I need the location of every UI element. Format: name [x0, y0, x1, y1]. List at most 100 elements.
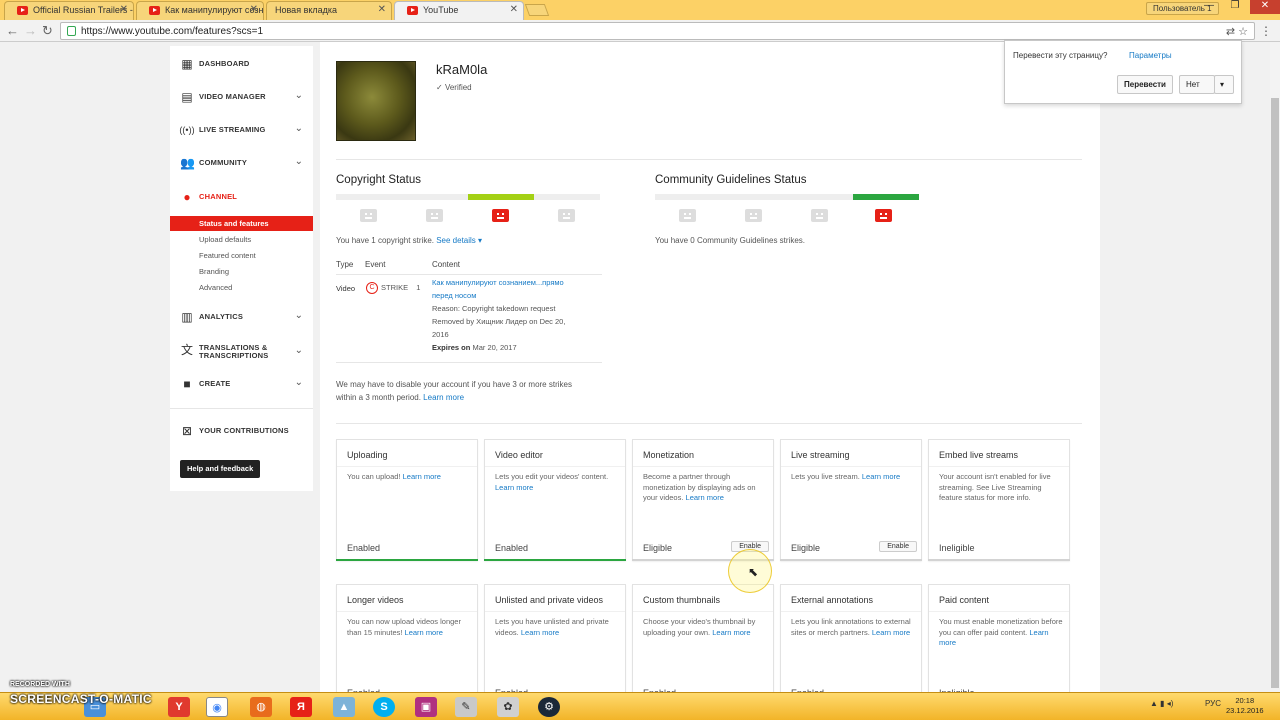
maximize-icon[interactable]: ❐: [1224, 0, 1246, 14]
community-strike-count: You have 0 Community Guidelines strikes.: [655, 236, 805, 245]
app-icon[interactable]: ▲: [333, 697, 355, 717]
table-divider: [336, 362, 602, 363]
learn-more-link[interactable]: Learn more: [686, 493, 724, 502]
language-indicator[interactable]: РУС: [1205, 699, 1221, 708]
translate-button[interactable]: Перевести: [1117, 75, 1173, 94]
media-icon[interactable]: ▣: [415, 697, 437, 717]
dropdown-caret-icon[interactable]: ▾: [1214, 75, 1234, 94]
enable-live-streaming-button[interactable]: Enable: [879, 541, 917, 552]
no-translate-button[interactable]: Нет: [1179, 75, 1215, 94]
translate-options-link[interactable]: Параметры: [1129, 51, 1172, 60]
address-bar[interactable]: https://www.youtube.com/features?scs=1 ⇄…: [60, 22, 1255, 40]
table-header-content: Content: [432, 260, 461, 269]
close-tab-icon[interactable]: ✕: [250, 4, 258, 15]
learn-more-link[interactable]: Learn more: [405, 628, 443, 637]
status-bar: [484, 559, 626, 561]
feature-status: Ineligible: [939, 543, 975, 553]
learn-more-link[interactable]: Learn more: [872, 628, 910, 637]
close-tab-icon[interactable]: ✕: [378, 4, 386, 15]
section-divider: [336, 159, 1082, 160]
strike-face-icon: [811, 209, 828, 222]
firefox-icon[interactable]: ◍: [250, 697, 272, 717]
sidebar-item-create[interactable]: ■ CREATE ⌄: [170, 374, 313, 396]
reload-icon[interactable]: ↻: [42, 23, 53, 39]
sidebar-divider: [170, 408, 313, 409]
sidebar-item-your-contributions[interactable]: ⊠ YOUR CONTRIBUTIONS: [170, 421, 313, 443]
tool-icon[interactable]: ✎: [455, 697, 477, 717]
browser-tab-bar: Official Russian Trailers - ✕ Как манипу…: [0, 0, 1280, 20]
learn-more-link[interactable]: Learn more: [423, 393, 464, 402]
close-tab-icon[interactable]: ✕: [120, 4, 128, 15]
caret-down-icon[interactable]: ▾: [476, 236, 482, 245]
creator-studio-sidebar: ▦ DASHBOARD ▤ VIDEO MANAGER ⌄ ((•)) LIVE…: [170, 46, 313, 491]
learn-more-link[interactable]: Learn more: [712, 628, 750, 637]
yandex-browser-icon[interactable]: Y: [168, 697, 190, 717]
forward-arrow-icon[interactable]: →: [24, 23, 37, 38]
feature-card-monetization: Monetization Become a partner through mo…: [632, 439, 774, 561]
sidebar-item-live-streaming[interactable]: ((•)) LIVE STREAMING ⌄: [170, 120, 313, 142]
table-divider: [336, 274, 602, 275]
feature-card-longer-videos: Longer videos You can now upload videos …: [336, 584, 478, 706]
sidebar-sub-featured-content[interactable]: Featured content: [170, 248, 313, 263]
tray-icons[interactable]: ▲ ▮ ◂): [1150, 699, 1173, 708]
browser-tab-active[interactable]: YouTube ✕: [394, 1, 524, 20]
skype-icon[interactable]: S: [373, 697, 395, 717]
mouse-cursor-icon: ⬉: [748, 565, 759, 579]
paint-icon[interactable]: ✿: [497, 697, 519, 717]
sidebar-item-dashboard[interactable]: ▦ DASHBOARD: [170, 54, 313, 76]
browser-tab[interactable]: Official Russian Trailers - ✕: [4, 1, 134, 20]
learn-more-link[interactable]: Learn more: [521, 628, 559, 637]
learn-more-link[interactable]: Learn more: [862, 472, 900, 481]
copyright-strike-count: You have 1 copyright strike. See details…: [336, 236, 483, 245]
chrome-icon[interactable]: ◉: [206, 697, 228, 717]
copyright-status-title: Copyright Status: [336, 174, 422, 186]
feature-card-video-editor: Video editor Lets you edit your videos' …: [484, 439, 626, 561]
strike-video-link[interactable]: перед носом: [432, 289, 602, 302]
table-header-type: Type: [336, 260, 354, 269]
strike-type: Video: [336, 284, 356, 293]
table-header-event: Event: [365, 260, 386, 269]
yandex-icon[interactable]: Я: [290, 697, 312, 717]
community-status-title: Community Guidelines Status: [655, 174, 807, 186]
translate-star-icons[interactable]: ⇄ ☆: [1226, 25, 1248, 38]
main-content: kRaM0la ✓ Verified Copyright Status You …: [320, 42, 1100, 706]
live-streaming-icon: ((•)): [179, 125, 195, 135]
browser-menu-icon[interactable]: ⋮: [1260, 24, 1272, 38]
sidebar-sub-status-and-features[interactable]: Status and features: [170, 216, 313, 231]
feature-status: Enabled: [347, 543, 381, 553]
browser-tab[interactable]: Новая вкладка ✕: [266, 1, 392, 20]
strike-video-link[interactable]: Как манипулируют сознанием...прямо: [432, 276, 602, 289]
page-scrollbar[interactable]: [1270, 42, 1280, 692]
tab-label: Official Russian Trailers -: [33, 5, 133, 15]
chevron-down-icon: ⌄: [294, 377, 303, 388]
verified-badge: ✓ Verified: [436, 83, 472, 92]
steam-icon[interactable]: ⚙: [538, 697, 560, 717]
window-close-icon[interactable]: ✕: [1250, 0, 1280, 14]
help-and-feedback-button[interactable]: Help and feedback: [180, 460, 261, 478]
strike-face-icon: [426, 209, 443, 222]
new-tab-button[interactable]: [524, 4, 550, 16]
sidebar-item-channel[interactable]: ● CHANNEL: [170, 187, 313, 209]
minimize-icon[interactable]: —: [1198, 0, 1220, 14]
learn-more-link[interactable]: Learn more: [403, 472, 441, 481]
close-tab-icon[interactable]: ✕: [510, 4, 518, 15]
taskbar-clock[interactable]: 20:18 23.12.2016: [1226, 696, 1264, 716]
sidebar-item-translations[interactable]: 文 TRANSLATIONS & TRANSCRIPTIONS ⌄: [170, 340, 313, 366]
back-arrow-icon[interactable]: ←: [6, 23, 19, 38]
sidebar-item-video-manager[interactable]: ▤ VIDEO MANAGER ⌄: [170, 87, 313, 109]
sidebar-item-analytics[interactable]: ▥ ANALYTICS ⌄: [170, 307, 313, 329]
strike-face-icon: [558, 209, 575, 222]
sidebar-item-community[interactable]: 👥 COMMUNITY ⌄: [170, 153, 313, 175]
strike-event: C STRIKE 1: [366, 281, 420, 295]
lock-icon: [67, 26, 76, 36]
see-details-link[interactable]: See details: [436, 236, 476, 245]
translate-icon: 文: [180, 343, 193, 357]
browser-tab[interactable]: Как манипулируют созн ✕: [136, 1, 264, 20]
sidebar-sub-advanced[interactable]: Advanced: [170, 280, 313, 295]
sidebar-sub-upload-defaults[interactable]: Upload defaults: [170, 232, 313, 247]
sidebar-sub-branding[interactable]: Branding: [170, 264, 313, 279]
chevron-down-icon: ⌄: [294, 310, 303, 321]
learn-more-link[interactable]: Learn more: [495, 483, 533, 492]
youtube-favicon-icon: [149, 6, 160, 15]
scrollbar-thumb[interactable]: [1271, 98, 1279, 688]
